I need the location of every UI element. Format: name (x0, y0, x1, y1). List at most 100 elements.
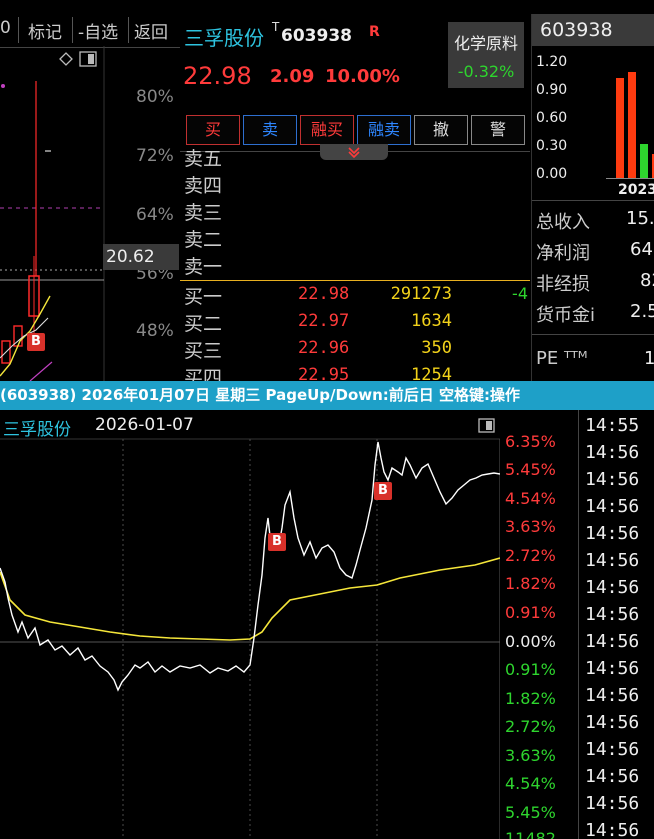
finance-axis (606, 178, 654, 179)
ma-line (29, 361, 53, 381)
buy-level-label: 买四 (184, 367, 223, 381)
marker-dot (1, 84, 5, 88)
divider (532, 200, 654, 201)
tick-time: 14:56 (585, 577, 640, 598)
intraday-buy-marker[interactable]: B (268, 533, 286, 551)
sell-level-5: 卖五 (184, 148, 223, 170)
right-pct-label: 0.00% (505, 632, 556, 651)
toolbar-divider (72, 17, 73, 43)
intraday-panel[interactable]: 三孚股份 2026-01-07 B B 6.35% 5.45% 4.54% 3.… (0, 410, 578, 839)
tick-time: 14:56 (585, 766, 640, 787)
sector-box[interactable]: 化学原料 -0.32% (448, 22, 524, 88)
cancel-order-button[interactable]: 撤 (414, 115, 468, 145)
toolbar-divider (128, 17, 129, 43)
toolbar-item-0[interactable]: 0 (0, 18, 11, 38)
r-mark: R (369, 24, 380, 40)
stock-code: 603938 (281, 26, 352, 46)
finance-year: 2023 (618, 182, 654, 198)
buy-level-price: 22.98 (298, 284, 350, 304)
alert-button[interactable]: 警 (471, 115, 525, 145)
finance-item-value: 15. (626, 208, 654, 229)
tick-time: 14:56 (585, 550, 640, 571)
price-change: 2.09 (270, 66, 315, 87)
mark-button[interactable]: 标记 (28, 18, 62, 43)
right-pct-label: 5.45% (505, 460, 556, 479)
toolbar-divider (18, 17, 19, 43)
finance-bar-chart (616, 72, 654, 178)
pct-label: 72% (136, 146, 174, 166)
right-pct-label: 3.63% (505, 517, 556, 536)
sell-button[interactable]: 卖 (243, 115, 297, 145)
order-book-divider (180, 280, 530, 281)
tick-time: 14:56 (585, 631, 640, 652)
buy-level-price: 22.96 (298, 338, 350, 358)
finance-y-tick: 0.90 (536, 82, 568, 98)
crosshair-price-label: 20.62 (103, 244, 179, 270)
tick-time: 14:55 (585, 415, 640, 436)
right-pct-label: 4.54% (505, 489, 556, 508)
finance-item-value: 64 (630, 239, 653, 260)
buy-level-volume: 291273 (390, 284, 452, 304)
finance-code: 603938 (540, 19, 613, 41)
tick-time: 14:56 (585, 523, 640, 544)
tick-time: 14:56 (585, 658, 640, 679)
tick-time: 14:56 (585, 712, 640, 733)
finance-item-label: 净利润 (536, 243, 590, 264)
right-pct-label: 0.91% (505, 660, 556, 679)
kline-buy-marker[interactable]: B (27, 333, 45, 351)
buy-level-row: 买一 22.98 291273 -4 (180, 282, 530, 309)
buy-level-volume: 350 (421, 338, 452, 358)
right-pct-label: 5.45% (505, 803, 556, 822)
buy-level-label: 买三 (184, 340, 223, 362)
tick-time-list[interactable]: 14:55 14:56 14:56 14:56 14:56 14:56 14:5… (578, 410, 654, 839)
finance-bar (616, 78, 624, 178)
finance-y-tick: 1.20 (536, 54, 568, 70)
buy-level-row: 买二 22.97 1634 (180, 309, 530, 336)
finance-panel: 603938 1.20 0.90 0.60 0.30 0.00 2023 总收入… (531, 14, 654, 381)
finance-item-label: 总收入 (536, 212, 590, 233)
sell-level-3: 卖三 (184, 202, 223, 224)
intraday-buy-marker[interactable]: B (374, 482, 392, 500)
margin-sell-button[interactable]: 融卖 (357, 115, 411, 145)
finance-y-tick: 0.30 (536, 138, 568, 154)
buy-level-volume: 1634 (411, 311, 452, 331)
tick-time: 14:56 (585, 820, 640, 839)
intraday-chart[interactable] (0, 410, 500, 839)
right-pct-label: 1.82% (505, 574, 556, 593)
right-pct-label: 1.82% (505, 689, 556, 708)
last-price: 22.98 (183, 62, 252, 90)
kline-top-rule (0, 47, 180, 48)
tick-time: 14:56 (585, 496, 640, 517)
self-select-button[interactable]: -自选 (78, 18, 118, 43)
collapse-tab[interactable] (320, 144, 388, 160)
buy-level-label: 买二 (184, 313, 223, 335)
buy-level-row: 买四 22.95 1254 (180, 363, 530, 381)
finance-item-label: 货币金i (536, 305, 596, 326)
pct-label: 64% (136, 205, 174, 225)
buy-level-price: 22.95 (298, 365, 350, 381)
sell-level-4: 卖四 (184, 175, 223, 197)
pct-label: 48% (136, 321, 174, 341)
tick-time: 14:56 (585, 793, 640, 814)
pct-label: 80% (136, 87, 174, 107)
sector-name: 化学原料 (453, 34, 518, 53)
sell-level-2: 卖二 (184, 229, 223, 251)
tick-time: 14:56 (585, 442, 640, 463)
finance-item-value: 82 (640, 270, 654, 291)
finance-y-tick: 0.00 (536, 166, 568, 182)
sector-change: -0.32% (457, 62, 515, 81)
right-pct-label: 2.72% (505, 546, 556, 565)
kline-panel[interactable]: 0 标记 -自选 返回 B 80% 72% 64% 56% 48% 20.62 (0, 14, 181, 381)
buy-level-label: 买一 (184, 286, 223, 308)
finance-y-tick: 0.60 (536, 110, 568, 126)
diamond-icon (59, 52, 73, 66)
buy-button[interactable]: 买 (186, 115, 240, 145)
back-button[interactable]: 返回 (134, 18, 168, 43)
right-pct-label: 0.91% (505, 603, 556, 622)
divider (532, 334, 654, 335)
sell-level-1: 卖一 (184, 256, 223, 278)
right-pct-label: 4.54% (505, 774, 556, 793)
right-pct-label: 2.72% (505, 717, 556, 736)
margin-buy-button[interactable]: 融买 (300, 115, 354, 145)
finance-bar (628, 72, 636, 178)
